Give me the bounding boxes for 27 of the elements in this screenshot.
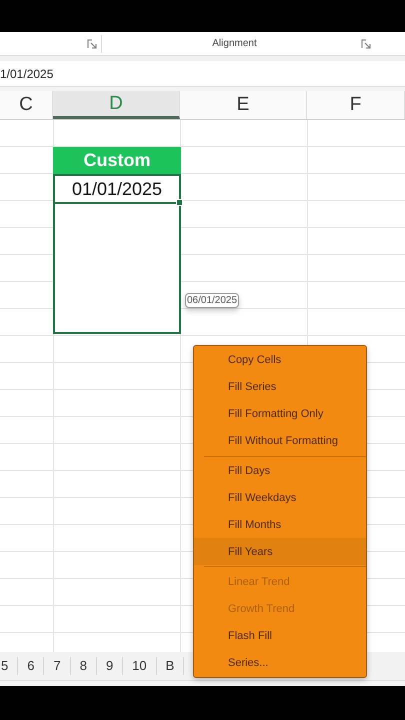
sheet-tab[interactable]: 9 [96,657,124,675]
menu-item[interactable]: Fill Days [194,458,366,485]
dialog-launcher-icon[interactable] [87,38,97,48]
column-header[interactable]: F [307,91,405,119]
column-header[interactable]: E [180,91,307,119]
sheet-tab[interactable]: 6 [18,657,44,675]
sheet-tab[interactable]: B [156,657,184,675]
menu-item[interactable]: Flash Fill [194,622,366,650]
sheet-tab[interactable]: 5 [0,657,18,675]
menu-item[interactable]: Fill Weekdays [194,484,366,512]
menu-item[interactable]: Fill Years [194,538,366,566]
table-cell: Custom [53,147,181,174]
column-header[interactable]: D [53,91,180,119]
menu-item[interactable]: Series... [194,649,366,676]
menu-item[interactable]: Copy Cells [194,347,366,374]
sheet-tab[interactable]: 8 [70,657,97,675]
dialog-launcher-icon[interactable] [361,38,371,48]
sheet-tab[interactable]: 10 [123,657,157,675]
menu-item[interactable]: Fill Series [194,374,366,401]
fill-handle[interactable] [176,199,183,206]
fill-tooltip: 06/01/2025 [185,293,240,308]
ribbon-group-label: Alignment [211,38,258,49]
formula-value[interactable]: 1/01/2025 [0,66,54,80]
menu-item[interactable]: Fill Without Formatting [194,428,366,455]
menu-item[interactable]: Fill Months [194,512,366,538]
sheet-tab[interactable]: 7 [44,657,71,675]
menu-item[interactable]: Fill Formatting Only [194,400,366,428]
